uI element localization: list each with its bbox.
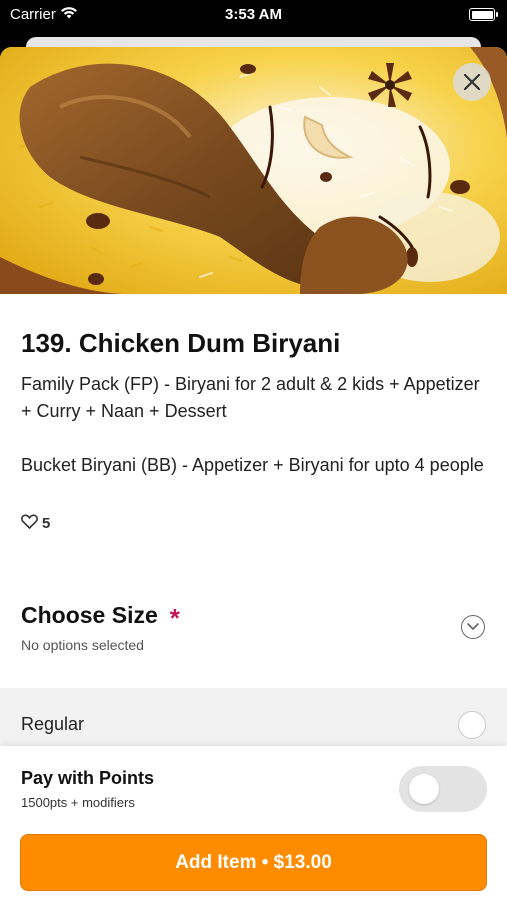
checkout-footer: Pay with Points 1500pts + modifiers Add … [0, 746, 507, 900]
toggle-knob [409, 774, 439, 804]
status-bar: Carrier 3:53 AM [0, 0, 507, 30]
choose-size-subtitle: No options selected [21, 637, 144, 653]
pay-with-points-subtitle: 1500pts + modifiers [21, 795, 135, 810]
size-option-radio[interactable] [458, 711, 486, 739]
item-image [0, 47, 507, 294]
item-description: Family Pack (FP) - Biryani for 2 adult &… [21, 371, 491, 506]
item-detail-sheet: 139. Chicken Dum Biryani Family Pack (FP… [0, 47, 507, 900]
chevron-down-icon[interactable] [461, 615, 485, 639]
size-option-label: Regular [21, 714, 85, 734]
choose-size-header[interactable]: Choose Size * [21, 600, 180, 633]
chicken-biryani-photo [0, 47, 507, 294]
item-title: 139. Chicken Dum Biryani [21, 328, 341, 358]
like-count-value: 5 [42, 515, 51, 532]
heart-icon [21, 514, 38, 533]
close-icon [463, 73, 481, 91]
pay-with-points-title: Pay with Points [21, 768, 155, 788]
pay-with-points-toggle[interactable] [399, 766, 487, 812]
close-button[interactable] [453, 63, 491, 101]
status-time: 3:53 AM [225, 6, 282, 23]
battery-icon [469, 8, 498, 21]
add-item-button[interactable]: Add Item • $13.00 [20, 834, 487, 891]
like-count[interactable]: 5 [21, 514, 50, 533]
choose-size-title: Choose Size [21, 602, 158, 628]
description-line-family-pack: Family Pack (FP) - Biryani for 2 adult &… [21, 374, 480, 421]
required-marker: * [169, 603, 180, 633]
description-line-bucket: Bucket Biryani (BB) - Appetizer + Biryan… [21, 455, 484, 475]
size-option-regular[interactable]: Regular [0, 706, 507, 746]
